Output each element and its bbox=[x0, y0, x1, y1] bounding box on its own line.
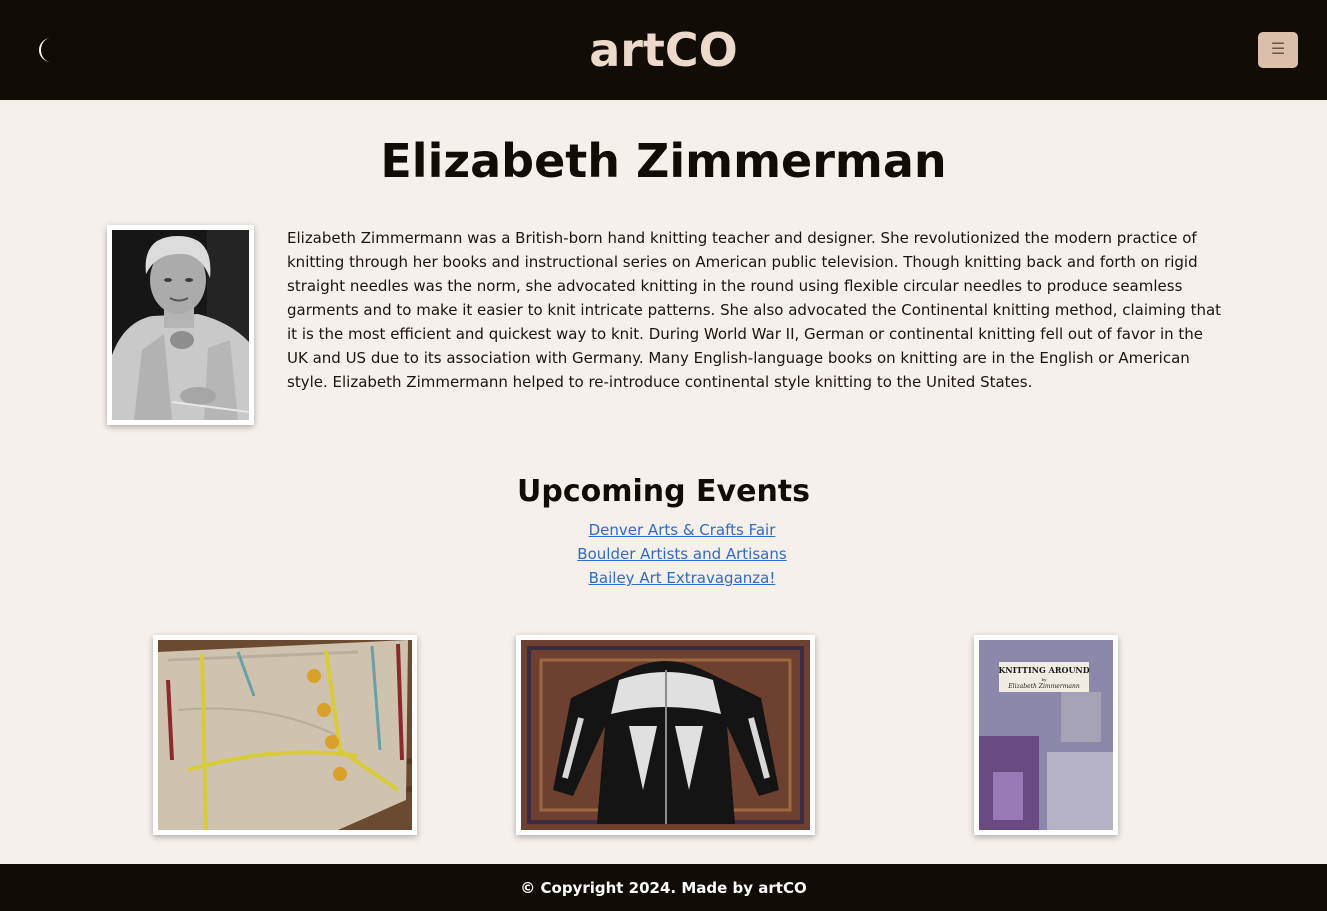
events-list: Denver Arts & Crafts Fair Boulder Artist… bbox=[0, 518, 1327, 590]
event-item: Boulder Artists and Artisans bbox=[0, 542, 1327, 566]
event-link-bailey[interactable]: Bailey Art Extravaganza! bbox=[589, 569, 776, 587]
fair-isle-sweater-photo bbox=[516, 635, 815, 835]
menu-button[interactable]: ☰ bbox=[1258, 32, 1298, 68]
events-heading: Upcoming Events bbox=[517, 474, 810, 509]
cardigan-photo bbox=[153, 635, 417, 835]
bio-paragraph: Elizabeth Zimmermann was a British-born … bbox=[287, 229, 1222, 391]
event-link-boulder[interactable]: Boulder Artists and Artisans bbox=[577, 545, 786, 563]
brand-logo[interactable]: artCO bbox=[0, 22, 1327, 78]
event-item: Denver Arts & Crafts Fair bbox=[0, 518, 1327, 542]
site-footer: © Copyright 2024. Made by artCO bbox=[0, 864, 1327, 911]
hamburger-menu-icon: ☰ bbox=[1270, 41, 1286, 58]
page-title: Elizabeth Zimmerman bbox=[380, 134, 947, 188]
book-cover-author: Elizabeth Zimmermann bbox=[1007, 683, 1080, 690]
knitting-around-book-cover: KNITTING AROUND by Elizabeth Zimmermann bbox=[974, 635, 1118, 835]
copyright-text: © Copyright 2024. Made by artCO bbox=[520, 878, 807, 897]
event-link-denver[interactable]: Denver Arts & Crafts Fair bbox=[589, 521, 776, 539]
portrait-photo bbox=[107, 225, 254, 425]
site-header: artCO ☰ bbox=[0, 0, 1327, 100]
event-item: Bailey Art Extravaganza! bbox=[0, 566, 1327, 590]
book-cover-title: KNITTING AROUND bbox=[998, 665, 1089, 675]
book-cover-by: by bbox=[1042, 677, 1048, 682]
